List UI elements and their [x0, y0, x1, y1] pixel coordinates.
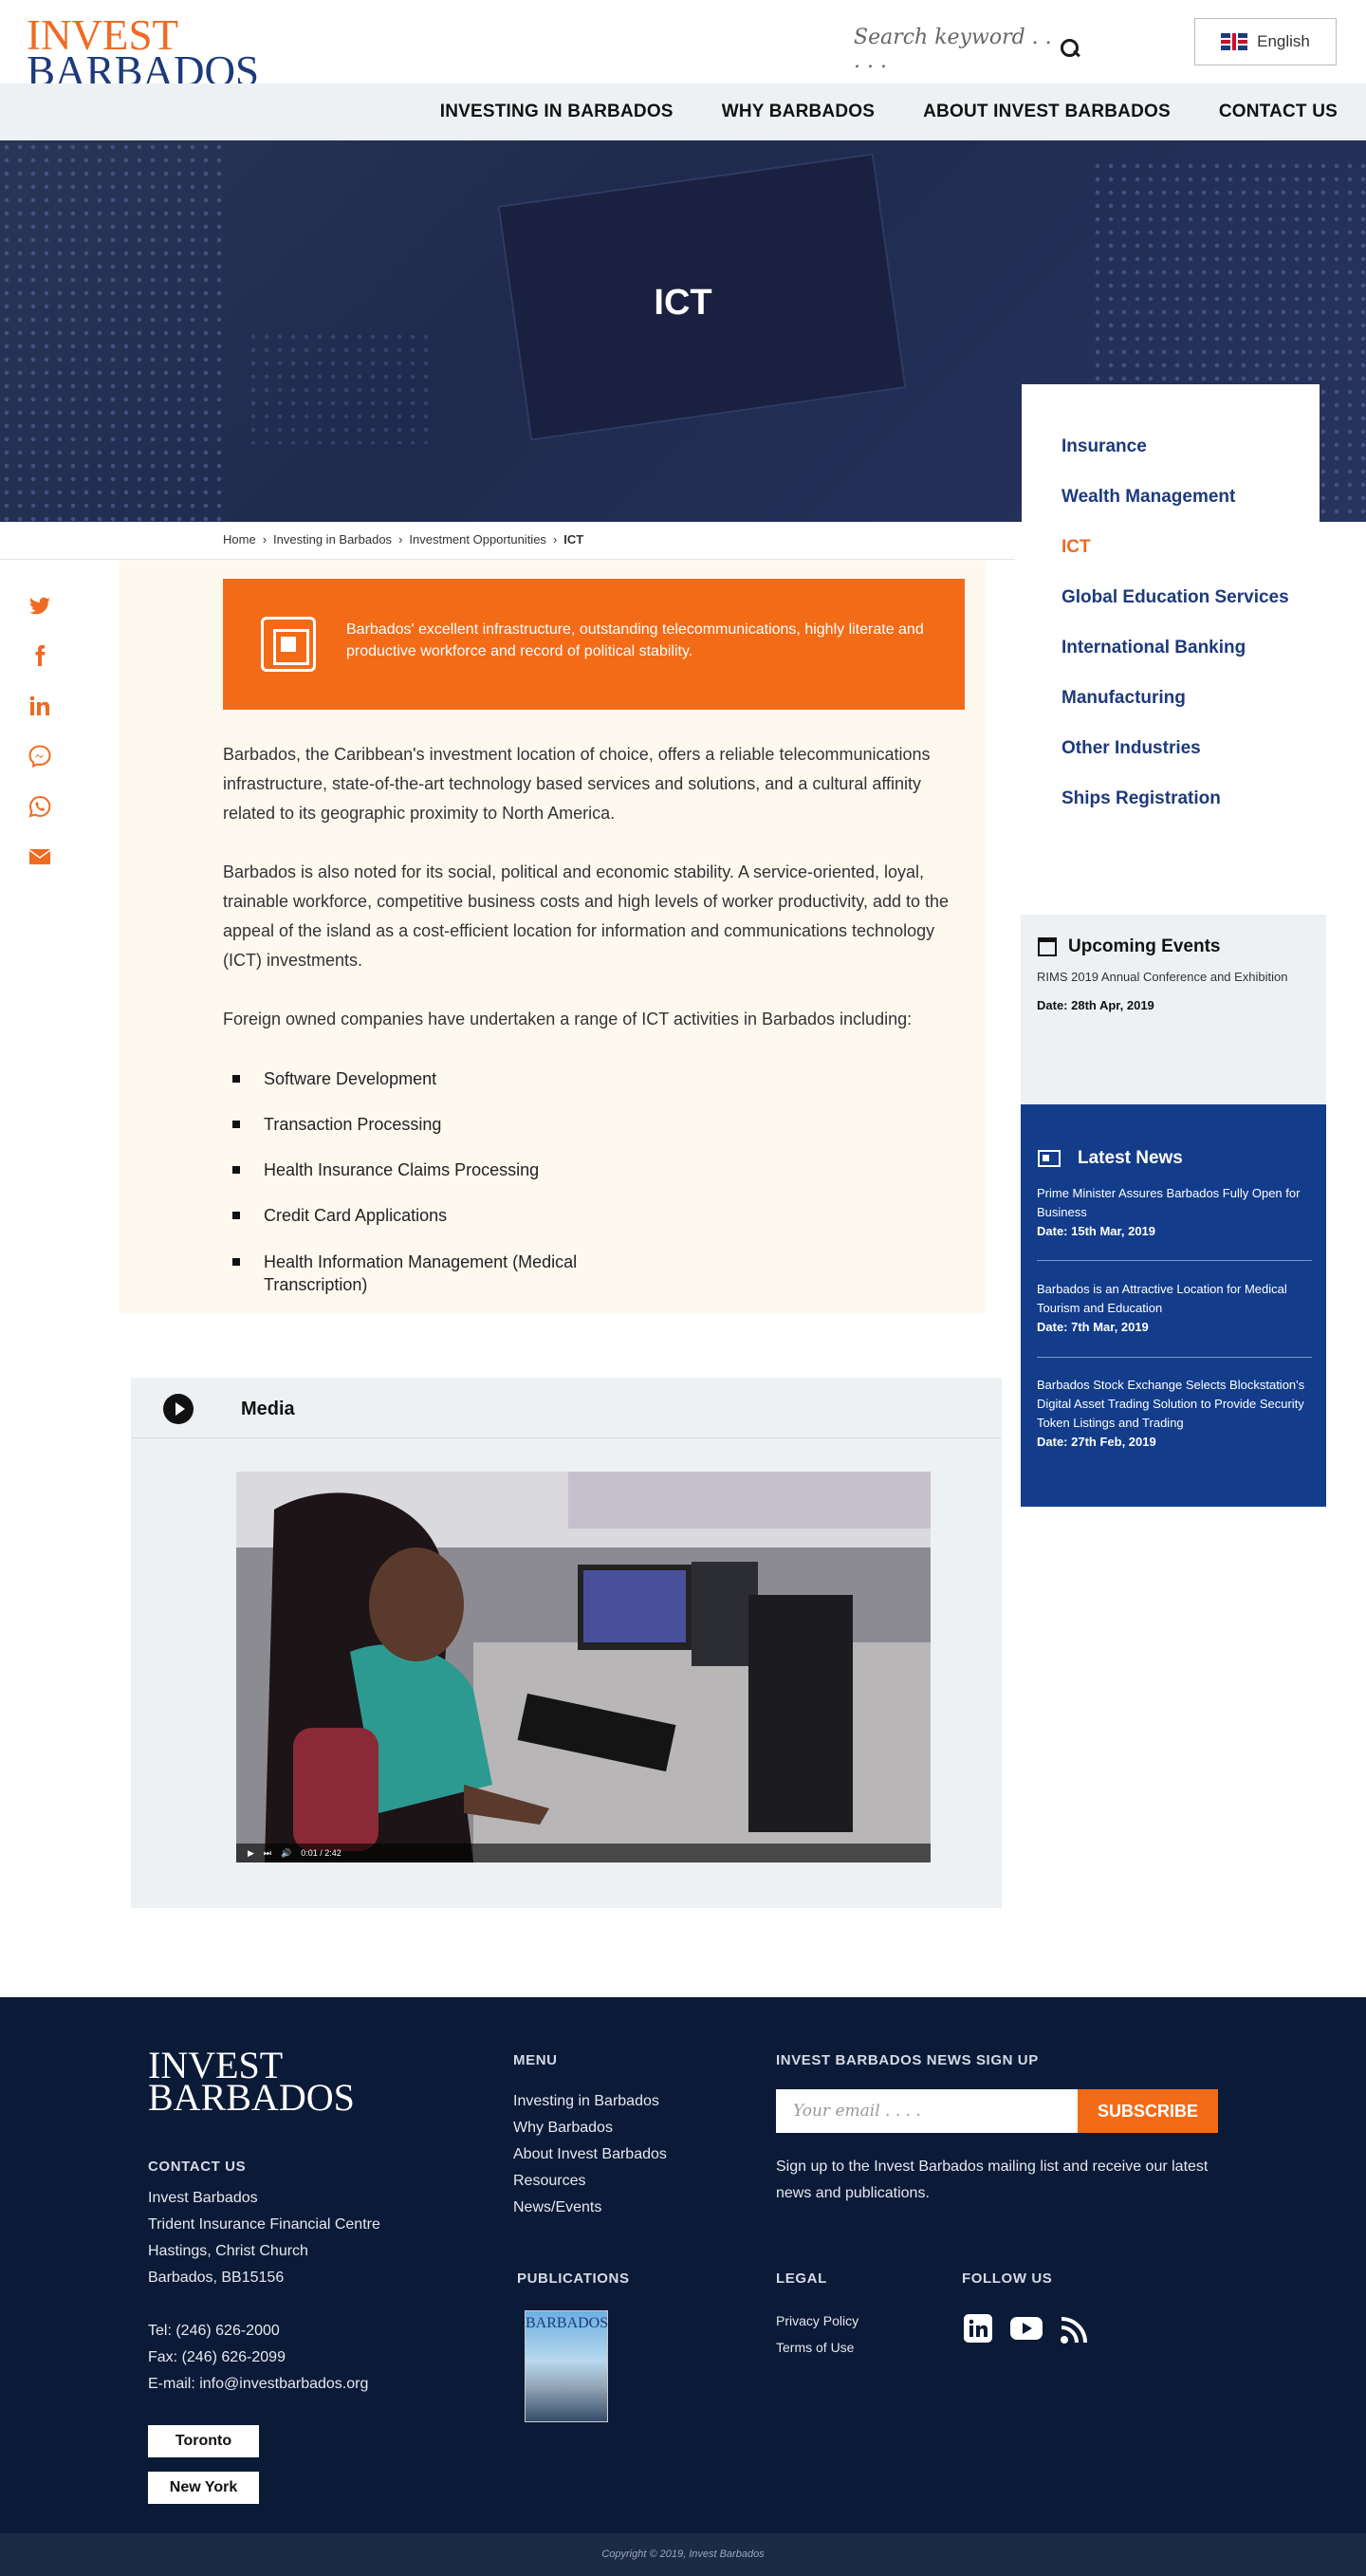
- address: Invest Barbados Trident Insurance Financ…: [148, 2190, 380, 2286]
- play-control-icon[interactable]: ▶: [248, 1848, 254, 1859]
- email-icon[interactable]: [28, 845, 51, 868]
- event-date: Date: 28th Apr, 2019: [1037, 998, 1154, 1012]
- video-controls[interactable]: ▶ ⏭ 🔊 0:01 / 2:42: [236, 1844, 931, 1863]
- linkedin-icon[interactable]: [964, 2314, 992, 2343]
- event-link[interactable]: RIMS 2019 Annual Conference and Exhibiti…: [1037, 970, 1312, 984]
- main-nav: INVESTING IN BARBADOS WHY BARBADOS ABOUT…: [0, 83, 1366, 140]
- new-york-button[interactable]: New York: [148, 2472, 259, 2504]
- email-field[interactable]: Your email . . . .: [776, 2089, 1078, 2133]
- signup-heading: INVEST BARBADOS NEWS SIGN UP: [776, 2052, 1039, 2068]
- facebook-icon[interactable]: [28, 644, 51, 667]
- footer-link[interactable]: Why Barbados: [513, 2115, 667, 2141]
- upcoming-events-panel: Upcoming Events RIMS 2019 Annual Confere…: [1021, 915, 1326, 1104]
- search-box[interactable]: Search keyword . . . . .: [854, 26, 1081, 73]
- uk-flag-icon: [1221, 33, 1248, 50]
- breadcrumb: Home › Investing in Barbados › Investment …: [223, 532, 584, 547]
- follow-heading: FOLLOW US: [962, 2270, 1053, 2287]
- toronto-button[interactable]: Toronto: [148, 2425, 259, 2457]
- divider: [1037, 1260, 1312, 1261]
- terms-link[interactable]: Terms of Use: [776, 2334, 858, 2361]
- sector-international-banking[interactable]: International Banking: [1061, 638, 1320, 658]
- circuit-pattern: [247, 330, 436, 444]
- media-title: Media: [241, 1399, 295, 1419]
- menu-heading: MENU: [513, 2052, 558, 2068]
- media-header: Media: [131, 1378, 1002, 1438]
- sector-wealth-management[interactable]: Wealth Management: [1061, 487, 1320, 508]
- news-item[interactable]: Barbados is an Attractive Location for M…: [1037, 1280, 1312, 1337]
- news-item[interactable]: Prime Minister Assures Barbados Fully Op…: [1037, 1184, 1312, 1241]
- nav-why-barbados[interactable]: WHY BARBADOS: [722, 102, 875, 122]
- video-thumbnail: [236, 1472, 931, 1863]
- site-logo[interactable]: INVEST BARBADOS: [27, 13, 259, 93]
- subscribe-button[interactable]: SUBSCRIBE: [1078, 2089, 1218, 2133]
- sector-other-industries[interactable]: Other Industries: [1061, 738, 1320, 759]
- publications-heading: PUBLICATIONS: [517, 2270, 630, 2287]
- divider: [1037, 1357, 1312, 1358]
- nav-contact[interactable]: CONTACT US: [1219, 102, 1338, 122]
- sector-menu: Insurance Wealth Management ICT Global E…: [1022, 384, 1320, 859]
- signup-text: Sign up to the Invest Barbados mailing l…: [776, 2159, 1209, 2201]
- paragraph-2: Barbados is also noted for its social, p…: [223, 862, 950, 970]
- list-item: Health Information Management (Medical T…: [232, 1251, 612, 1296]
- language-selector[interactable]: English: [1194, 18, 1337, 65]
- search-input[interactable]: Search keyword . . . . .: [854, 26, 1061, 73]
- breadcrumb-investing[interactable]: Investing in Barbados: [273, 532, 392, 547]
- messenger-icon[interactable]: [28, 745, 51, 768]
- paragraph-3: Foreign owned companies have undertaken …: [223, 1010, 913, 1029]
- footer-menu: Investing in Barbados Why Barbados About…: [513, 2088, 667, 2221]
- publication-cover[interactable]: BARBADOS: [525, 2310, 608, 2422]
- breadcrumb-current: ICT: [563, 532, 584, 547]
- highlight-box: Barbados' excellent infrastructure, outs…: [223, 579, 965, 710]
- copyright: Copyright © 2019, Invest Barbados: [0, 2533, 1366, 2576]
- calendar-icon: [1038, 937, 1057, 956]
- latest-news-panel: Latest News Prime Minister Assures Barba…: [1021, 1104, 1326, 1507]
- video-time: 0:01 / 2:42: [301, 1848, 342, 1858]
- paragraph-1: Barbados, the Caribbean's investment loc…: [223, 745, 931, 823]
- sector-global-education[interactable]: Global Education Services: [1061, 587, 1320, 608]
- volume-icon[interactable]: 🔊: [281, 1848, 291, 1859]
- publication-cover-title: BARBADOS: [526, 2315, 609, 2331]
- sector-manufacturing[interactable]: Manufacturing: [1061, 688, 1320, 709]
- footer-link[interactable]: Investing in Barbados: [513, 2088, 667, 2115]
- sector-ict[interactable]: ICT: [1061, 537, 1320, 558]
- search-icon[interactable]: [1061, 39, 1081, 60]
- list-item: Credit Card Applications: [232, 1204, 631, 1227]
- linkedin-icon[interactable]: [28, 695, 51, 717]
- language-label: English: [1257, 32, 1310, 50]
- breadcrumb-home[interactable]: Home: [223, 532, 256, 547]
- footer-link[interactable]: News/Events: [513, 2195, 667, 2221]
- footer-logo[interactable]: INVEST BARBADOS: [148, 2047, 355, 2117]
- youtube-icon[interactable]: [1010, 2314, 1043, 2343]
- footer-link[interactable]: Resources: [513, 2168, 667, 2195]
- privacy-link[interactable]: Privacy Policy: [776, 2307, 858, 2334]
- video-player[interactable]: ▶ ⏭ 🔊 0:01 / 2:42: [236, 1472, 931, 1863]
- nav-investing[interactable]: INVESTING IN BARBADOS: [440, 102, 674, 122]
- list-item: Software Development: [232, 1067, 631, 1090]
- cpu-chip-icon: [261, 617, 316, 672]
- contact-heading: CONTACT US: [148, 2159, 247, 2175]
- circuit-pattern: [0, 140, 228, 522]
- next-icon[interactable]: ⏭: [264, 1848, 271, 1859]
- news-title: Latest News: [1078, 1148, 1183, 1168]
- legal-links: Privacy Policy Terms of Use: [776, 2307, 858, 2361]
- play-icon: [163, 1394, 194, 1424]
- newspaper-icon: [1038, 1150, 1061, 1167]
- twitter-icon[interactable]: [28, 595, 51, 618]
- events-title: Upcoming Events: [1068, 936, 1221, 956]
- contact-details: Tel: (246) 626-2000 Fax: (246) 626-2099 …: [148, 2323, 369, 2392]
- footer-link[interactable]: About Invest Barbados: [513, 2141, 667, 2168]
- news-item[interactable]: Barbados Stock Exchange Selects Blocksta…: [1037, 1376, 1312, 1452]
- nav-about[interactable]: ABOUT INVEST BARBADOS: [923, 102, 1171, 122]
- list-item: Transaction Processing: [232, 1113, 631, 1136]
- page-title: ICT: [654, 283, 712, 323]
- highlight-text: Barbados' excellent infrastructure, outs…: [346, 621, 924, 659]
- whatsapp-icon[interactable]: [28, 795, 51, 818]
- list-item: Health Insurance Claims Processing: [232, 1158, 631, 1181]
- media-section: Media ▶ ⏭ 🔊 0:01 / 2:42: [131, 1378, 1002, 1908]
- rss-icon[interactable]: [1060, 2316, 1088, 2344]
- breadcrumb-opportunities[interactable]: Investment Opportunities: [409, 532, 546, 547]
- legal-heading: LEGAL: [776, 2270, 827, 2287]
- sector-insurance[interactable]: Insurance: [1061, 436, 1320, 457]
- sector-ships-registration[interactable]: Ships Registration: [1061, 788, 1320, 809]
